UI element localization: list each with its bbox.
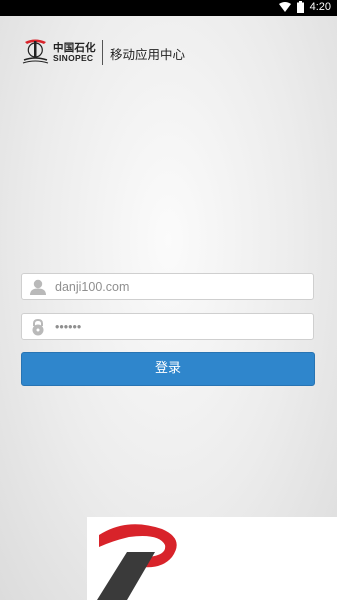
- battery-icon: [296, 1, 304, 13]
- sinopec-logo-icon: [22, 39, 49, 64]
- brand-name-en: SINOPEC: [53, 53, 94, 63]
- watermark-logo-icon: [97, 524, 177, 600]
- status-bar: 4:20: [0, 0, 337, 16]
- wifi-icon: [278, 2, 291, 12]
- app-header: 中国石化 SINOPEC 移动应用中心: [0, 36, 337, 70]
- username-input[interactable]: [55, 274, 305, 299]
- password-field[interactable]: [21, 313, 314, 340]
- login-button[interactable]: 登录: [21, 352, 315, 386]
- watermark-card: [87, 517, 337, 600]
- password-input[interactable]: [55, 314, 305, 339]
- status-icons: 4:20: [278, 1, 331, 13]
- username-field[interactable]: [21, 273, 314, 300]
- lock-icon: [32, 318, 44, 336]
- header-divider: [102, 40, 103, 65]
- app-title: 移动应用中心: [110, 47, 186, 62]
- user-icon: [30, 279, 46, 295]
- status-time: 4:20: [309, 1, 331, 13]
